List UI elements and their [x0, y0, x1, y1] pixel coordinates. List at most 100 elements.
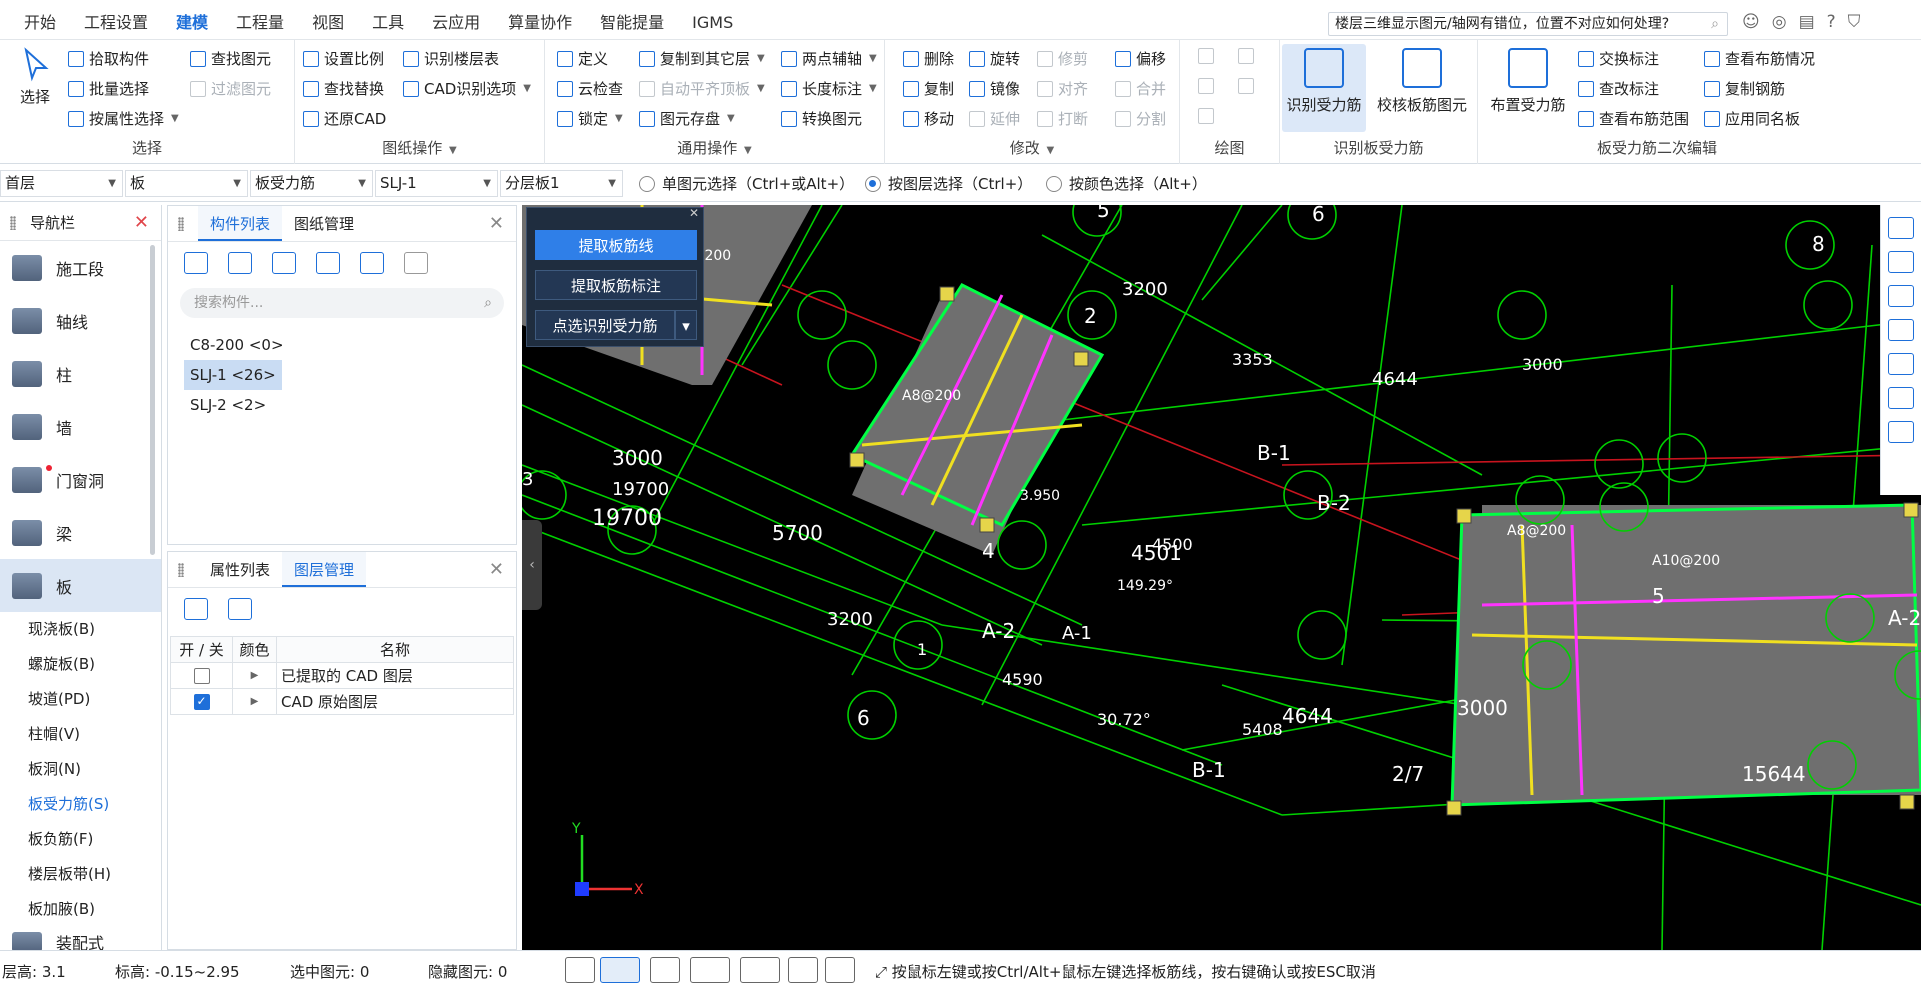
copy-button[interactable]: 复制	[903, 78, 954, 99]
nav-item-0[interactable]: 施工段	[0, 241, 161, 294]
nav-item-1[interactable]: 轴线	[0, 294, 161, 347]
nav-item-4[interactable]: 门窗洞	[0, 453, 161, 506]
offset-button[interactable]: 偏移	[1115, 48, 1166, 69]
cloud-check-button[interactable]: 云检查	[557, 78, 623, 99]
group-title-common[interactable]: 通用操作 ▼	[545, 137, 884, 158]
layer-row[interactable]: ▶ 已提取的 CAD 图层	[170, 662, 514, 689]
group-title-modify[interactable]: 修改 ▼	[885, 137, 1179, 158]
fullscreen-icon[interactable]	[1888, 353, 1914, 375]
identify-rebar-button[interactable]: 识别受力筋	[1282, 44, 1366, 132]
tab-property-list[interactable]: 属性列表	[198, 552, 282, 587]
split-button[interactable]: 分割	[1115, 108, 1166, 129]
polar-icon[interactable]	[825, 957, 855, 983]
nav-subitem-0[interactable]: 现浇板(B)	[0, 612, 161, 647]
length-dim-button[interactable]: 长度标注 ▼	[781, 78, 877, 99]
user-icon[interactable]: ☺	[1742, 12, 1760, 32]
nav-subitem-6[interactable]: 板负筋(F)	[0, 822, 161, 857]
draw-circle-button[interactable]	[1238, 48, 1254, 64]
component-list-item[interactable]: C8-200 <0>	[184, 330, 290, 360]
view-range-button[interactable]: 查看布筋范围	[1578, 108, 1689, 129]
cube-view-icon[interactable]	[1888, 285, 1914, 307]
headset-icon[interactable]: ◎	[1772, 12, 1787, 32]
close-icon[interactable]: ✕	[489, 206, 504, 242]
component-list-item[interactable]: SLJ-1 <26>	[184, 360, 282, 390]
type-select[interactable]: 板 ▼	[125, 170, 248, 197]
layer-select[interactable]: 分层板1 ▼	[500, 170, 623, 197]
draw-arc-button[interactable]	[1198, 108, 1214, 124]
radio-layer-select[interactable]: 按图层选择（Ctrl+）	[865, 173, 1032, 194]
radio-single-select[interactable]: 单图元选择（Ctrl+或Alt+）	[639, 173, 854, 194]
close-icon[interactable]: ✕	[489, 552, 504, 588]
layer-show-icon[interactable]	[184, 598, 208, 620]
grip-icon[interactable]	[10, 216, 16, 230]
select-by-attr-button[interactable]: 按属性选择 ▼	[68, 108, 179, 129]
orbit-icon[interactable]	[1888, 217, 1914, 239]
group-title-drawing[interactable]: 图纸操作 ▼	[295, 137, 544, 158]
tab-drawing-manage[interactable]: 图纸管理	[282, 206, 366, 241]
restore-cad-button[interactable]: 还原CAD	[303, 108, 386, 129]
menu-tab-6[interactable]: 云应用	[418, 0, 494, 40]
cube-solid-icon[interactable]	[1888, 319, 1914, 341]
save-component-icon[interactable]	[360, 252, 384, 274]
check-rebar-button[interactable]: 校核板筋图元	[1372, 44, 1472, 115]
nav-item-2[interactable]: 柱	[0, 347, 161, 400]
place-rebar-button[interactable]: 布置受力筋	[1486, 48, 1570, 115]
define-button[interactable]: 定义	[557, 48, 608, 69]
help-icon[interactable]: ?	[1827, 12, 1836, 32]
menu-tab-5[interactable]: 工具	[358, 0, 418, 40]
snap-icon[interactable]	[600, 957, 640, 983]
pick-component-button[interactable]: 拾取构件	[68, 48, 149, 69]
extract-rebar-label-button[interactable]: 提取板筋标注	[535, 270, 697, 300]
chevron-down-icon[interactable]: ▾	[675, 310, 697, 340]
delete-button[interactable]: 删除	[903, 48, 954, 69]
trim-button[interactable]: 修剪	[1037, 48, 1088, 69]
menu-tab-0[interactable]: 开始	[10, 0, 70, 40]
filter-element-button[interactable]: 过滤图元	[190, 78, 271, 99]
break-button[interactable]: 打断	[1037, 108, 1088, 129]
delete-component-icon[interactable]	[272, 252, 296, 274]
check-dim-button[interactable]: 查改标注	[1578, 78, 1659, 99]
component-select[interactable]: SLJ-1 ▼	[375, 170, 498, 197]
close-icon[interactable]: ✕	[134, 205, 149, 241]
store-element-button[interactable]: 图元存盘 ▼	[639, 108, 735, 129]
find-replace-button[interactable]: 查找替换	[303, 78, 384, 99]
nav-subitem-5[interactable]: 板受力筋(S)	[0, 787, 161, 822]
ortho-icon[interactable]	[565, 957, 595, 983]
dynamic-input-icon[interactable]	[788, 957, 818, 983]
layer-hide-icon[interactable]	[228, 598, 252, 620]
nav-subitem-1[interactable]: 螺旋板(B)	[0, 647, 161, 682]
identify-floors-button[interactable]: 识别楼层表	[403, 48, 499, 69]
menu-tab-8[interactable]: 智能提量	[586, 0, 678, 40]
nav-subitem-8[interactable]: 板加腋(B)	[0, 892, 161, 927]
point-identify-button[interactable]: 点选识别受力筋	[535, 310, 675, 340]
3d-view-icon[interactable]	[1888, 251, 1914, 273]
menu-tab-7[interactable]: 算量协作	[494, 0, 586, 40]
tab-component-list[interactable]: 构件列表	[198, 206, 283, 241]
find-element-button[interactable]: 查找图元	[190, 48, 271, 69]
nav-item-6[interactable]: 板	[0, 559, 161, 612]
new-component-icon[interactable]	[184, 252, 208, 274]
extend-button[interactable]: 延伸	[969, 108, 1020, 129]
calendar-icon[interactable]: ▤	[1799, 12, 1815, 32]
lock-button[interactable]: 锁定 ▼	[557, 108, 623, 129]
mirror-button[interactable]: 镜像	[969, 78, 1020, 99]
move-button[interactable]: 移动	[903, 108, 954, 129]
copy-component-icon[interactable]	[228, 252, 252, 274]
extract-rebar-line-button[interactable]: 提取板筋线	[535, 230, 697, 260]
align-button[interactable]: 对齐	[1037, 78, 1088, 99]
select-button[interactable]: 选择	[12, 46, 58, 107]
set-scale-button[interactable]: 设置比例	[303, 48, 384, 69]
two-point-axis-button[interactable]: 两点辅轴 ▼	[781, 48, 877, 69]
expand-icon[interactable]: ▶	[232, 662, 277, 689]
subtype-select[interactable]: 板受力筋 ▼	[250, 170, 373, 197]
nav-subitem-7[interactable]: 楼层板带(H)	[0, 857, 161, 892]
angle-icon[interactable]	[690, 957, 730, 983]
copy-to-floor-button[interactable]: 复制到其它层 ▼	[639, 48, 765, 69]
layer-checkbox[interactable]	[193, 668, 210, 684]
convert-element-button[interactable]: 转换图元	[781, 108, 862, 129]
more-icon[interactable]	[404, 252, 428, 274]
box-select-icon[interactable]	[1888, 387, 1914, 409]
shirt-icon[interactable]: ⛉	[1848, 12, 1861, 32]
help-search-input[interactable]: 楼层三维显示图元/轴网有错位，位置不对应如何处理? ⌕	[1328, 12, 1728, 36]
layer-copy-icon[interactable]	[316, 252, 340, 274]
